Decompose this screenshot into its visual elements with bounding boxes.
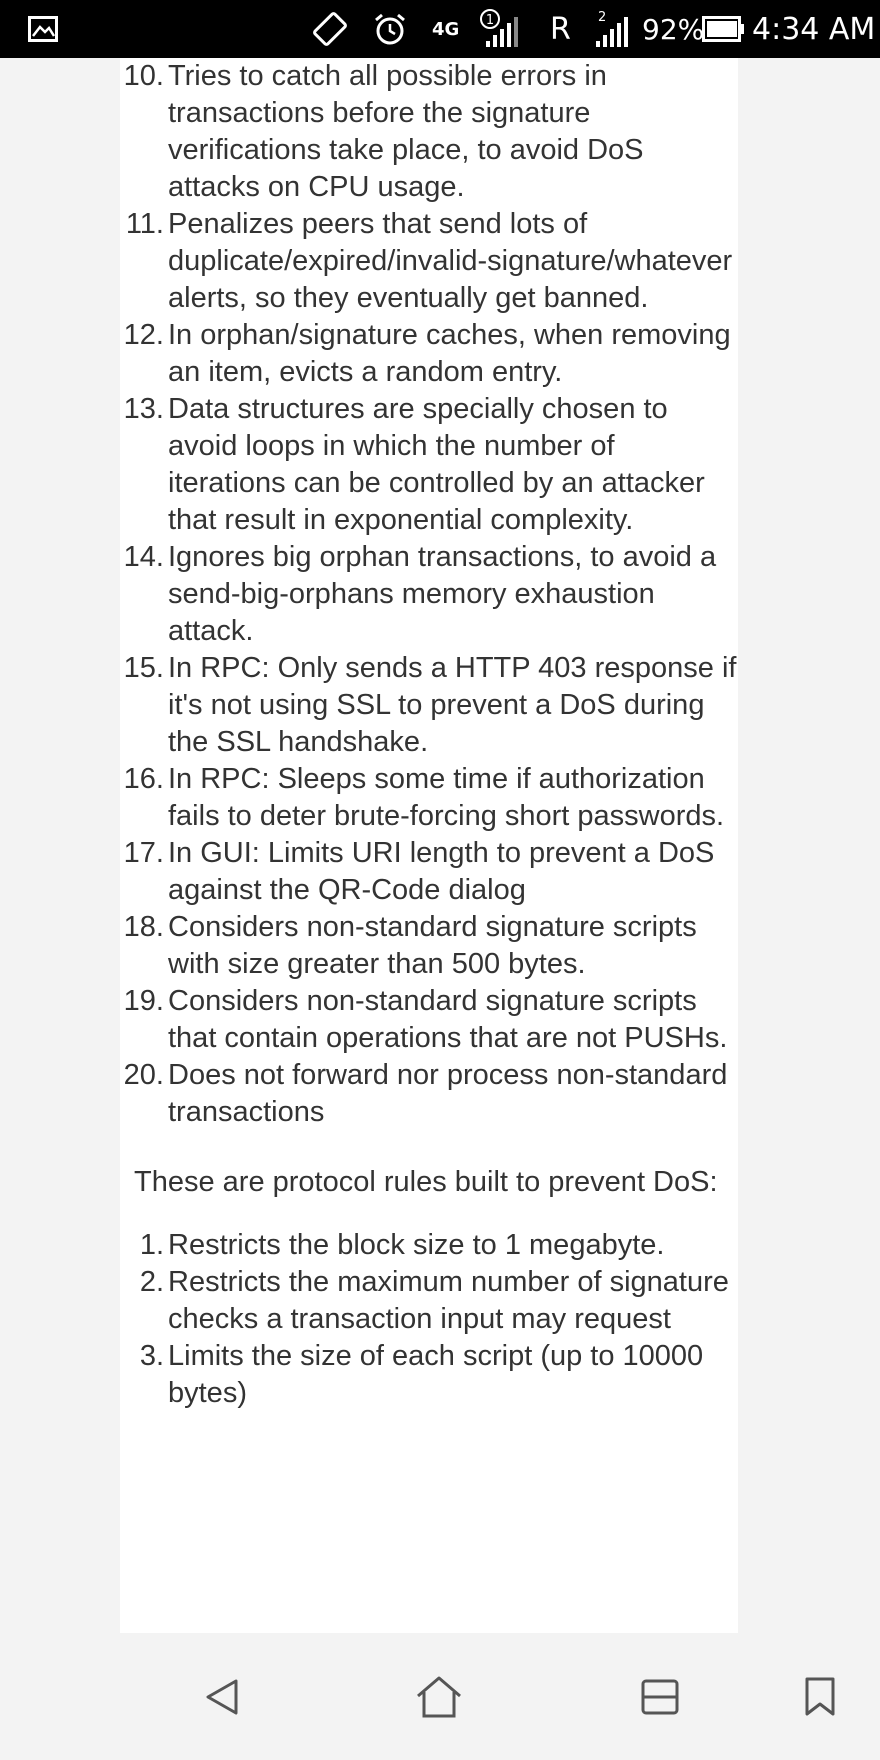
list-item-number: 2.: [139, 1266, 164, 1298]
notification-icon: [28, 0, 58, 58]
list-item-number: 17.: [123, 837, 164, 869]
list-item-text: In GUI: Limits URI length to prevent a D…: [168, 837, 715, 906]
bookmark-button[interactable]: [790, 1667, 850, 1727]
protocol-rules-list: 1. Restricts the block size to 1 megabyte…: [120, 1227, 738, 1412]
list-item-number: 13.: [123, 393, 164, 425]
list-item-text: Penalizes peers that send lots of duplic…: [168, 208, 733, 314]
recents-icon: [641, 1679, 679, 1715]
list-item-number: 18.: [123, 911, 164, 943]
clock: 4:34 AM: [752, 11, 876, 47]
list-item-text: Tries to catch all possible errors in tr…: [168, 60, 644, 203]
list-item-text: In orphan/signature caches, when removin…: [168, 319, 731, 388]
list-item-number: 12.: [123, 319, 164, 351]
battery-icon: [702, 0, 746, 58]
protocol-intro-paragraph: These are protocol rules built to preven…: [134, 1166, 718, 1198]
home-icon: [417, 1676, 461, 1718]
list-item-text: Restricts the block size to 1 megabyte.: [168, 1229, 665, 1261]
list-item: 18. Considers non-standard signature scri…: [120, 909, 738, 983]
svg-text:1: 1: [486, 13, 494, 28]
back-icon: [206, 1679, 238, 1715]
list-item-text: In RPC: Sleeps some time if authorizatio…: [168, 763, 725, 832]
list-item: 17. In GUI: Limits URI length to prevent …: [120, 835, 738, 909]
list-item-number: 15.: [123, 652, 164, 684]
back-button[interactable]: [192, 1667, 252, 1727]
list-item-number: 16.: [123, 763, 164, 795]
list-item-text: Limits the size of each script (up to 10…: [168, 1340, 704, 1409]
list-item: 1. Restricts the block size to 1 megabyte…: [120, 1227, 738, 1264]
list-item-text: Data structures are specially chosen to …: [168, 393, 705, 536]
list-item-number: 1.: [139, 1229, 164, 1261]
list-item: 13. Data structures are specially chosen …: [120, 391, 738, 539]
list-item: 15. In RPC: Only sends a HTTP 403 respons…: [120, 650, 738, 761]
list-item-number: 11.: [125, 208, 164, 240]
battery-percent: 92%: [642, 12, 705, 46]
list-item-number: 20.: [123, 1059, 164, 1091]
bookmark-icon: [805, 1677, 835, 1716]
sim2-signal-icon: 2: [592, 0, 636, 58]
roaming-indicator: R: [550, 11, 571, 47]
list-item-number: 3.: [139, 1340, 164, 1372]
list-item: 20. Does not forward nor process non-stan…: [120, 1057, 738, 1131]
status-bar: 4G 1 R 2 92% 4:34 AM: [0, 0, 880, 58]
list-item-number: 10.: [123, 60, 164, 92]
list-item-number: 19.: [123, 985, 164, 1017]
dos-measures-list: 10. Tries to catch all possible errors in…: [120, 58, 738, 1131]
list-item: 12. In orphan/signature caches, when remo…: [120, 317, 738, 391]
list-item: 16. In RPC: Sleeps some time if authoriza…: [120, 761, 738, 835]
list-item: 10. Tries to catch all possible errors in…: [120, 58, 738, 206]
list-item: 19. Considers non-standard signature scri…: [120, 983, 738, 1057]
list-item-text: Ignores big orphan transactions, to avoi…: [168, 541, 717, 647]
navigation-bar: [0, 1633, 880, 1760]
list-item-text: Considers non-standard signature scripts…: [168, 911, 697, 980]
svg-text:2: 2: [598, 10, 606, 25]
list-item-text: Does not forward nor process non-standar…: [168, 1059, 728, 1128]
list-item: 2. Restricts the maximum number of signat…: [120, 1264, 738, 1338]
list-item-text: In RPC: Only sends a HTTP 403 response i…: [168, 652, 737, 758]
network-type: 4G: [432, 18, 460, 40]
list-item-number: 14.: [123, 541, 164, 573]
list-item: 14. Ignores big orphan transactions, to a…: [120, 539, 738, 650]
list-item-text: Considers non-standard signature scripts…: [168, 985, 728, 1054]
list-item: 11. Penalizes peers that send lots of dup…: [120, 206, 738, 317]
home-button[interactable]: [409, 1667, 469, 1727]
list-item: 3. Limits the size of each script (up to …: [120, 1338, 738, 1412]
screen-rotate-icon: [312, 0, 348, 58]
article-content[interactable]: 10. Tries to catch all possible errors in…: [120, 58, 738, 1633]
sim1-signal-icon: 1: [478, 0, 530, 58]
list-item-text: Restricts the maximum number of signatur…: [168, 1266, 729, 1335]
alarm-icon: [372, 0, 408, 58]
recents-button[interactable]: [630, 1667, 690, 1727]
